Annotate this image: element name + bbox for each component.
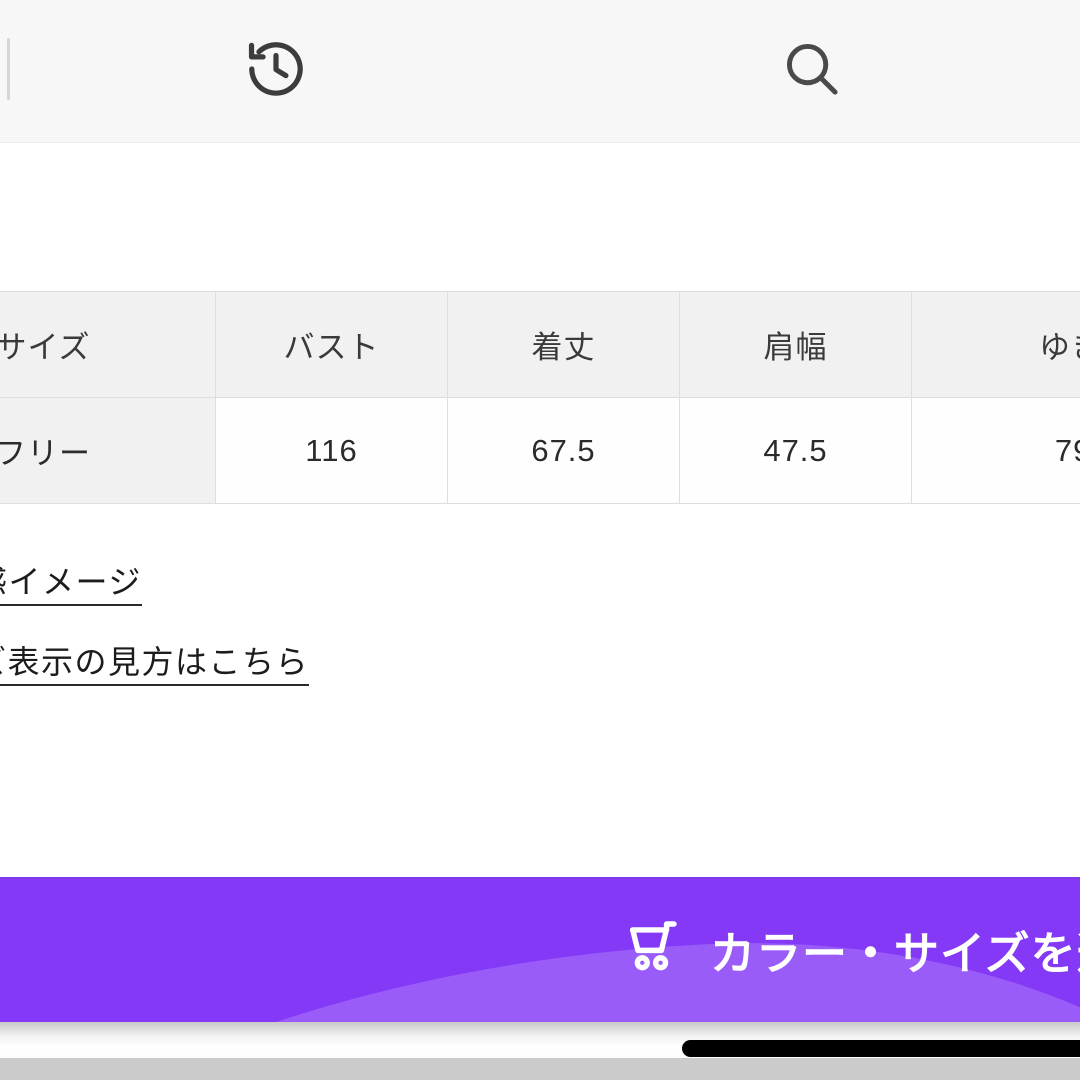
search-button[interactable] [764,23,860,119]
select-color-size-bar[interactable]: カラー・サイズを選択する [0,877,1080,1022]
cta-label: カラー・サイズを選択する [710,928,1080,979]
history-button[interactable] [228,23,324,119]
table-header-cell: サイズ [0,291,216,398]
table-row: フリー 116 67.5 47.5 79.8 [0,397,1080,504]
link-list: 着用感イメージ サイズ表示の見方はこちら [0,566,608,686]
size-table: サイズ バスト 着丈 肩幅 ゆき丈 フリー 116 67.5 47.5 79.8 [0,291,1080,504]
table-cell: 116 [215,397,448,504]
toolbar-divider [7,38,10,100]
cta-content: カラー・サイズを選択する [0,877,1080,1022]
home-indicator[interactable] [682,1040,1080,1057]
table-header-cell: バスト [215,291,448,398]
size-guide-link[interactable]: サイズ表示の見方はこちら [0,646,310,686]
table-row-header-cell: フリー [0,397,216,504]
search-icon [779,36,845,107]
cart-icon [626,916,688,983]
table-header-cell: 肩幅 [679,291,912,398]
table-header-row: サイズ バスト 着丈 肩幅 ゆき丈 [0,291,1080,398]
table-cell: 79.8 [911,397,1080,504]
app-screen: サイズ バスト 着丈 肩幅 ゆき丈 フリー 116 67.5 47.5 79.8… [0,0,1080,1080]
history-icon [243,36,309,107]
browser-toolbar [0,0,1080,143]
table-header-cell: ゆき丈 [911,291,1080,398]
wearing-feel-image-link[interactable]: 着用感イメージ [0,566,142,606]
system-bottom-area [0,1058,1080,1080]
table-cell: 47.5 [679,397,912,504]
table-header-cell: 着丈 [447,291,680,398]
table-cell: 67.5 [447,397,680,504]
